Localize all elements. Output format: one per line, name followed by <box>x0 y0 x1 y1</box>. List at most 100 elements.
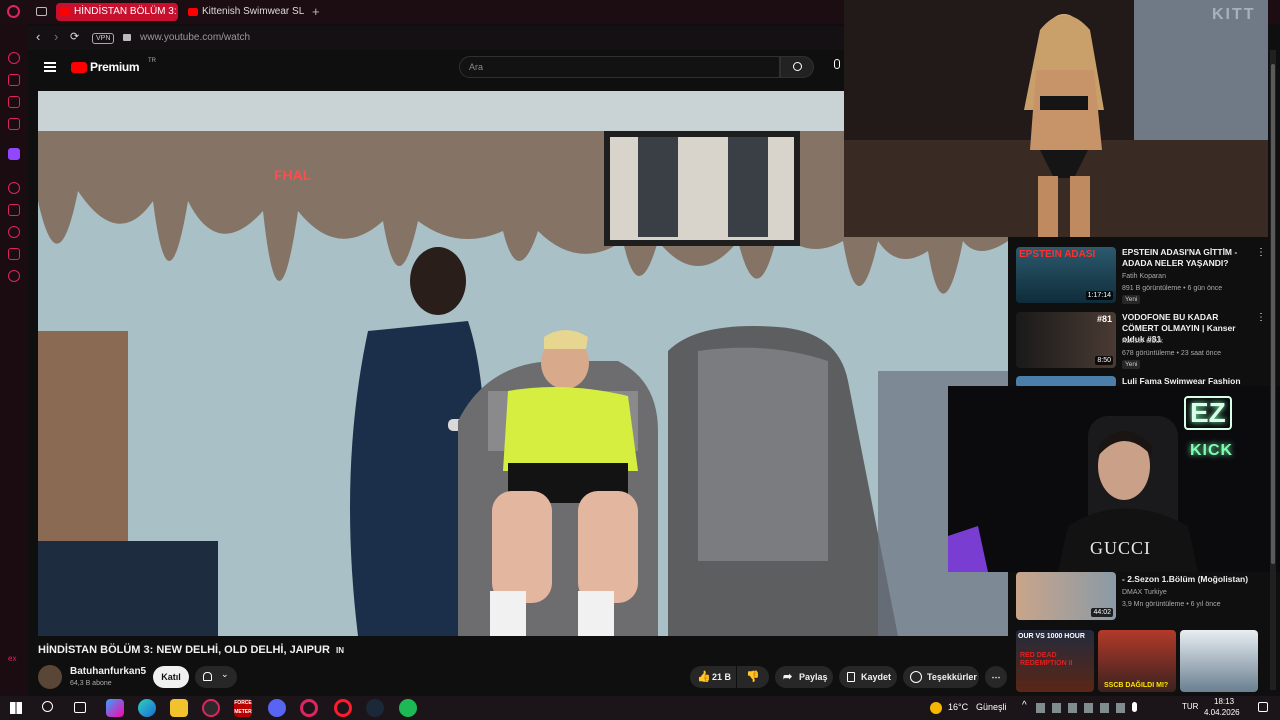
downloads-icon[interactable] <box>8 248 20 260</box>
scrollbar-thumb[interactable] <box>1271 64 1275 564</box>
copilot-icon[interactable] <box>106 699 124 717</box>
task-view-icon[interactable] <box>74 702 86 713</box>
start-button-icon[interactable] <box>10 702 22 714</box>
list-item[interactable]: 44:02 - 2.Sezon 1.Bölüm (Moğolistan) DMA… <box>1016 572 1272 622</box>
more-vert-icon[interactable]: ⋮ <box>1256 247 1266 258</box>
list-item[interactable]: #81 8:50 VODOFONE BU KADAR CÖMERT OLMAYI… <box>1016 312 1272 372</box>
like-button[interactable]: 👍 21 B <box>690 666 736 688</box>
thanks-button[interactable]: Teşekkürler <box>903 666 979 688</box>
tab-active[interactable]: HİNDİSTAN BÖLÜM 3: <box>56 3 178 21</box>
pip-video-overlay[interactable]: KITT <box>844 0 1268 237</box>
search-taskbar-icon[interactable] <box>42 701 53 712</box>
browser-sidebar: ex <box>0 24 28 696</box>
weather-temp[interactable]: 16°C <box>948 702 968 712</box>
opera-icon[interactable] <box>300 699 318 717</box>
rec-channel[interactable]: Kanser olduk <box>1122 336 1163 347</box>
neon-sign-bottom: KICK <box>1190 442 1234 459</box>
pip-sign-text: KITT <box>1212 6 1256 23</box>
rec-title[interactable]: - 2.Sezon 1.Bölüm (Moğolistan) <box>1122 574 1262 585</box>
short-thumbnail[interactable]: SSCB DAĞILDI MI? <box>1098 630 1176 692</box>
notes-icon[interactable] <box>8 118 20 130</box>
subscriber-count: 64,3 B abone <box>70 680 112 687</box>
weather-desc[interactable]: Güneşli <box>976 702 1007 712</box>
bell-icon <box>203 672 212 681</box>
notification-icon[interactable] <box>1258 702 1268 712</box>
video-thumbnail[interactable]: 44:02 <box>1016 572 1116 620</box>
video-thumbnail[interactable]: #81 8:50 <box>1016 312 1116 368</box>
forward-icon[interactable]: › <box>54 29 58 44</box>
spotify-icon[interactable] <box>399 699 417 717</box>
more-vert-icon[interactable]: ⋮ <box>1256 312 1266 323</box>
new-tab-icon[interactable]: + <box>312 4 320 20</box>
list-item[interactable]: EPSTEIN ADASI 1:17:14 EPSTEIN ADASI'NA G… <box>1016 247 1272 307</box>
pip-video-frame <box>844 0 1268 237</box>
opera-browser-icon[interactable] <box>334 699 352 717</box>
channel-name[interactable]: Batuhanfurkan5 <box>70 666 146 677</box>
thumbnail-text: EPSTEIN ADASI <box>1019 249 1096 260</box>
opera-logo-icon[interactable] <box>7 5 20 18</box>
save-label: Kaydet <box>861 672 892 682</box>
back-icon[interactable]: ‹ <box>36 29 40 44</box>
page-scrollbar[interactable] <box>1270 50 1276 690</box>
duration-badge: 44:02 <box>1091 608 1113 617</box>
more-icon: ⋯ <box>991 672 1001 682</box>
tab-label: HİNDİSTAN BÖLÜM 3: <box>74 6 177 17</box>
rec-channel[interactable]: Fatih Koparan <box>1122 271 1166 282</box>
aria-icon[interactable] <box>8 52 20 64</box>
share-button[interactable]: ➦ Paylaş <box>775 666 833 688</box>
force-meter-icon[interactable]: FORCE METER <box>234 699 252 717</box>
search-input[interactable]: Ara <box>469 62 483 72</box>
tab-inactive[interactable]: Kittenish Swimwear SLOW <box>184 3 304 21</box>
history-icon[interactable] <box>8 226 20 238</box>
discord-icon[interactable] <box>268 699 286 717</box>
short-thumbnail[interactable] <box>1180 630 1258 692</box>
clock-date[interactable]: 4.04.2026 <box>1204 708 1240 717</box>
video-thumbnail[interactable]: EPSTEIN ADASI 1:17:14 <box>1016 247 1116 303</box>
player-icon[interactable] <box>8 182 20 194</box>
search-box[interactable]: Ara <box>459 56 780 78</box>
tray-chevron-icon[interactable]: ^ <box>1022 700 1027 711</box>
join-label: Katıl <box>161 672 181 682</box>
notification-bell-button[interactable]: ⌄ <box>195 666 237 688</box>
thumbs-down-icon: 👎 <box>746 671 760 683</box>
force-meter-label: FORCE METER <box>234 700 252 715</box>
microphone-tray-icon[interactable] <box>1132 702 1137 712</box>
edge-icon[interactable] <box>138 699 156 717</box>
search-button[interactable] <box>780 56 814 78</box>
file-explorer-icon[interactable] <box>170 699 188 717</box>
url-text[interactable]: www.youtube.com/watch <box>140 32 250 43</box>
neon-sign-top: EZ <box>1184 396 1232 430</box>
steam-icon[interactable] <box>366 699 384 717</box>
save-button[interactable]: Kaydet <box>839 666 897 688</box>
settings-icon[interactable] <box>8 270 20 282</box>
opera-gx-icon[interactable] <box>202 699 220 717</box>
bookmarks-icon[interactable] <box>8 204 20 216</box>
youtube-play-icon <box>71 62 87 73</box>
vpn-badge[interactable]: VPN <box>92 33 115 44</box>
microphone-icon[interactable] <box>834 59 840 69</box>
rec-channel[interactable]: DMAX Turkiye <box>1122 587 1167 598</box>
reload-icon[interactable]: ⟳ <box>70 30 79 43</box>
extensions-icon[interactable]: ex <box>8 654 16 663</box>
share-label: Paylaş <box>799 672 828 682</box>
webcam-overlay: EZ KICK GUCCI <box>948 386 1280 572</box>
dislike-button[interactable]: 👎 <box>737 666 769 688</box>
tab-switcher-icon[interactable] <box>36 7 47 16</box>
menu-icon[interactable] <box>44 62 56 72</box>
shirt-text: GUCCI <box>1090 538 1152 558</box>
tray-icons[interactable] <box>1036 703 1126 713</box>
like-count: 21 B <box>712 672 732 682</box>
language-indicator[interactable]: TUR <box>1182 702 1198 711</box>
join-button[interactable]: Katıl <box>153 666 189 688</box>
twitch-icon[interactable] <box>8 148 20 160</box>
weather-icon[interactable] <box>930 702 942 714</box>
short-thumbnail[interactable]: OUR VS 1000 HOUR RED DEAD REDEMPTION II <box>1016 630 1094 692</box>
rec-title[interactable]: EPSTEIN ADASI'NA GİTTİM - ADADA NELER YA… <box>1122 247 1250 269</box>
clock-time[interactable]: 18:13 <box>1214 697 1234 706</box>
messenger-icon[interactable] <box>8 96 20 108</box>
address-bar: ‹ › ⟳ VPN www.youtube.com/watch <box>28 26 844 50</box>
more-actions-button[interactable]: ⋯ <box>985 666 1007 688</box>
crypto-wallet-icon[interactable] <box>8 74 20 86</box>
channel-avatar[interactable] <box>38 665 62 689</box>
video-neon-sign: FHAL <box>274 167 312 183</box>
